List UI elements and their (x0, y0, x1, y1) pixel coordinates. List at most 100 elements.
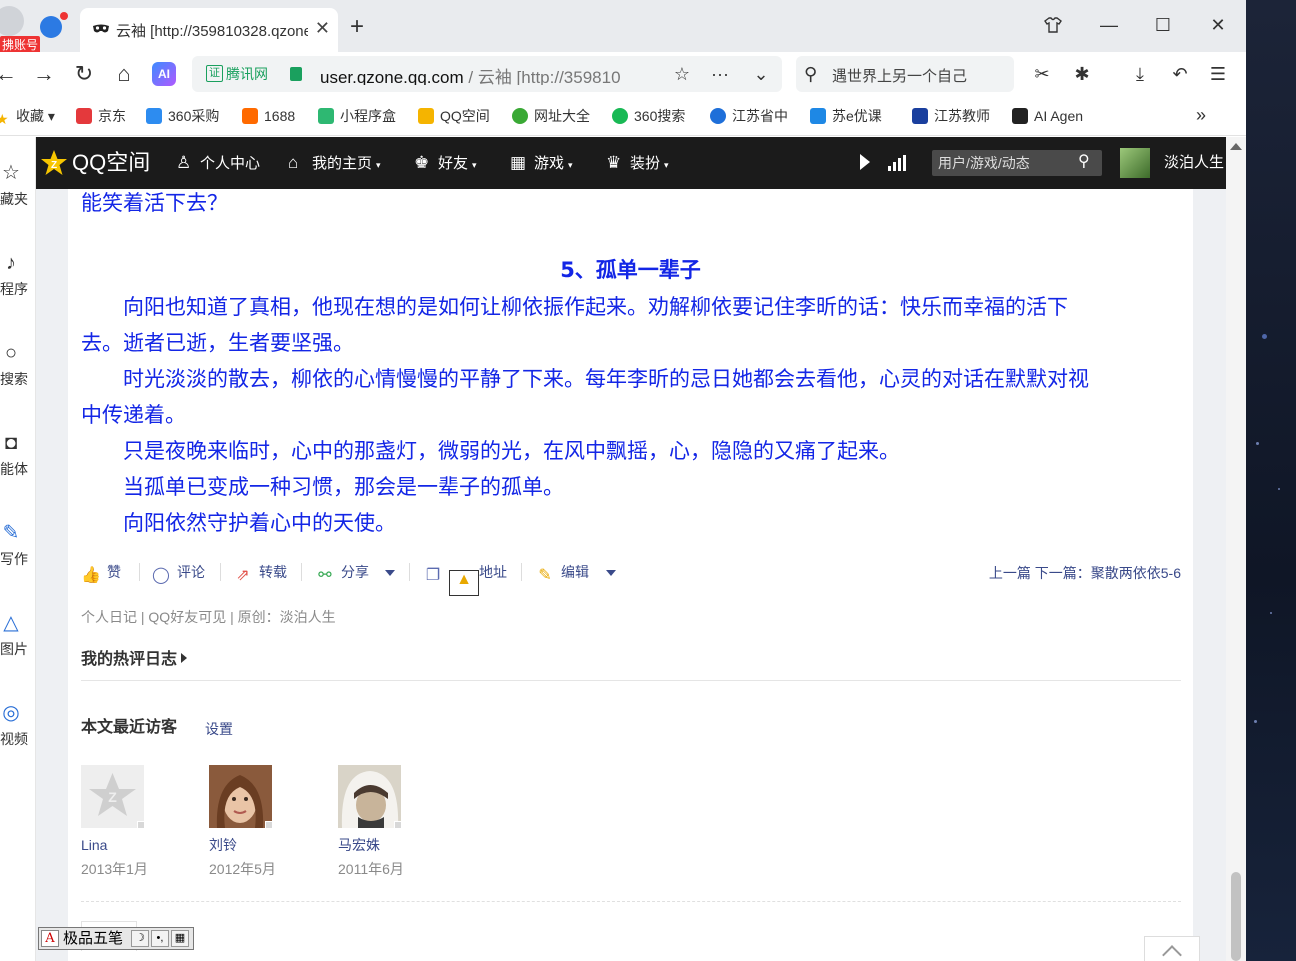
minimize-button[interactable]: — (1094, 12, 1124, 38)
download-icon[interactable]: ⤓ (1128, 62, 1152, 86)
comment-button[interactable]: ◯ 评论 (151, 561, 205, 584)
visitor-name[interactable]: Lina (81, 835, 107, 855)
paragraph-line: 只是夜晚来临时，心中的那盏灯，微弱的光，在风中飘摇，心，隐隐的又痛了起来。 (81, 439, 900, 463)
bookmark-item[interactable]: 网址大全 (512, 105, 600, 127)
close-window-button[interactable]: ✕ (1203, 12, 1233, 38)
section-title: 5、孤单一辈子 (560, 258, 701, 282)
share-icon: ⚯ (318, 567, 332, 584)
cert-badge[interactable]: 证 腾讯网 (206, 64, 268, 84)
bookmark-item[interactable]: 江苏教师 (912, 105, 998, 127)
skin-icon[interactable] (1038, 12, 1068, 38)
maximize-button[interactable]: ☐ (1148, 12, 1178, 38)
profile-avatar[interactable] (0, 6, 24, 36)
play-icon[interactable] (860, 154, 870, 170)
copy-address-button[interactable]: ❐ ▲ 地址 (423, 561, 507, 596)
search-icon[interactable]: ⚲ (1078, 153, 1096, 171)
bookmark-item[interactable]: ★ 收藏 ▾ (0, 105, 66, 127)
scroll-up-arrow-icon[interactable] (1230, 143, 1242, 150)
visitor-item[interactable]: 马宏姝 2011年6月 (338, 765, 438, 885)
user-avatar[interactable] (1120, 148, 1150, 178)
edit-dropdown-icon[interactable] (606, 570, 616, 576)
ime-name[interactable]: 极品五笔 (63, 929, 129, 949)
share-button[interactable]: ⚯ 分享 (315, 561, 369, 584)
default-avatar-icon: Z (81, 765, 144, 828)
image-icon: △ (3, 612, 19, 634)
visitor-item[interactable]: 刘铃 2012年5月 (209, 765, 309, 885)
star-icon: ☆ (2, 162, 20, 184)
back-button[interactable]: ← (0, 60, 20, 88)
bookmark-item[interactable]: AI Agen (1012, 105, 1096, 127)
scissors-icon[interactable]: ✂ (1030, 62, 1054, 86)
scrollbar-thumb[interactable] (1231, 872, 1241, 961)
bookmark-item[interactable]: QQ空间 (418, 105, 502, 127)
side-item-video[interactable]: ◎ 视频 (0, 701, 36, 761)
qzone-search[interactable]: 用户/游戏/动态 ⚲ (932, 150, 1102, 176)
keyboard-icon[interactable]: ▦ (171, 930, 189, 947)
side-item-agent[interactable]: ◘ 能体 (0, 431, 36, 491)
chevron-down-icon[interactable]: ⌄ (748, 62, 774, 86)
bookmark-item[interactable]: 京东 (76, 105, 136, 127)
search-input[interactable]: 遇世界上另一个自己 (832, 65, 1008, 85)
side-item-favorites[interactable]: ☆ 藏夹 (0, 161, 36, 221)
undo-icon[interactable]: ↶ (1168, 62, 1192, 86)
star-icon: ★ (0, 111, 9, 127)
visitors-settings-link[interactable]: 设置 (205, 719, 233, 739)
nav-personal-center[interactable]: ♙ 个人中心 (176, 152, 260, 174)
qzone-search-input[interactable]: 用户/游戏/动态 (938, 154, 1068, 172)
signal-bars-icon[interactable] (888, 155, 908, 171)
visitor-name[interactable]: 马宏姝 (338, 835, 380, 855)
nav-friends[interactable]: ♚ 好友 ▾ (414, 152, 477, 174)
share-dropdown-icon[interactable] (385, 570, 395, 576)
visitor-item[interactable]: Z Lina 2013年1月 (81, 765, 181, 885)
visitor-name[interactable]: 刘铃 (209, 835, 237, 855)
send-icon[interactable] (40, 16, 62, 38)
bookmarks-more-button[interactable]: » (1196, 104, 1206, 126)
edit-button[interactable]: ✎ 编辑 (535, 561, 589, 584)
divider (220, 563, 221, 581)
article-text-line: 能笑着活下去？ (81, 191, 228, 215)
tab-close-icon[interactable]: ✕ (315, 18, 330, 38)
menu-icon[interactable]: ☰ (1206, 62, 1230, 86)
nav-dressup[interactable]: ♛ 装扮 ▾ (606, 152, 669, 174)
vertical-scrollbar[interactable] (1226, 137, 1246, 961)
nav-games[interactable]: ▦ 游戏 ▾ (510, 152, 573, 174)
ai-assistant-button[interactable]: AI (152, 62, 176, 86)
side-item-miniapp[interactable]: ♪ 程序 (0, 251, 36, 311)
bookmark-star-icon[interactable]: ☆ (669, 62, 695, 86)
url-text[interactable]: user.qzone.qq.com / 云袖 [http://359810 (320, 63, 656, 85)
new-tab-button[interactable]: + (350, 14, 364, 40)
username[interactable]: 淡泊人生 (1164, 152, 1226, 174)
bookmark-item[interactable]: 小程序盒 (318, 105, 402, 127)
extensions-icon[interactable]: ✱ (1070, 62, 1094, 86)
side-item-search[interactable]: ○ 搜索 (0, 341, 36, 401)
qzone-logo[interactable]: Z QQ空间 (40, 149, 150, 177)
bookmark-item[interactable]: 江苏省中 (710, 105, 794, 127)
punctuation-icon[interactable]: •, (151, 930, 169, 947)
side-item-write[interactable]: ✎ 写作 (0, 521, 36, 581)
ime-mode-button[interactable]: A (41, 930, 59, 947)
back-to-top-button[interactable] (1144, 936, 1200, 961)
bookmark-item[interactable]: 360搜索 (612, 105, 698, 127)
side-item-image[interactable]: △ 图片 (0, 611, 36, 671)
bookmark-item[interactable]: 苏e优课 (810, 105, 894, 127)
home-button[interactable]: ⌂ (110, 60, 138, 88)
nav-my-home[interactable]: ⌂ 我的主页 ▾ (288, 152, 381, 174)
address-bar[interactable]: 证 腾讯网 user.qzone.qq.com / 云袖 [http://359… (192, 56, 782, 92)
bookmark-item[interactable]: 360采购 (146, 105, 228, 127)
svg-text:Z: Z (108, 789, 117, 805)
more-options-button[interactable]: ··· (707, 62, 733, 86)
tab-active[interactable]: 云袖 [http://359810328.qzone ✕ (80, 8, 338, 52)
prev-next-links[interactable]: 上一篇 下一篇：聚散两依依5-6 (989, 563, 1181, 583)
reload-button[interactable]: ↻ (70, 60, 98, 88)
search-box[interactable]: ⚲ 遇世界上另一个自己 (796, 56, 1014, 92)
moon-icon[interactable]: ☽ (131, 930, 149, 947)
side-panel: ☆ 藏夹 ♪ 程序 ○ 搜索 ◘ 能体 ✎ 写作 △ 图片 ◎ 视频 (0, 137, 36, 961)
repost-icon: ⇗ (236, 567, 250, 584)
repost-button[interactable]: ⇗ 转载 (233, 561, 287, 584)
hot-comments-link[interactable]: 我的热评日志 (81, 649, 188, 671)
paragraph-line: 时光淡淡的散去，柳依的心情慢慢的平静了下来。每年李昕的忌日她都会去看他，心灵的对… (81, 367, 1089, 391)
status-dot (265, 821, 273, 829)
like-button[interactable]: 👍 赞 (81, 561, 121, 584)
bookmark-item[interactable]: 1688 (242, 105, 308, 127)
forward-button[interactable]: → (30, 60, 58, 88)
